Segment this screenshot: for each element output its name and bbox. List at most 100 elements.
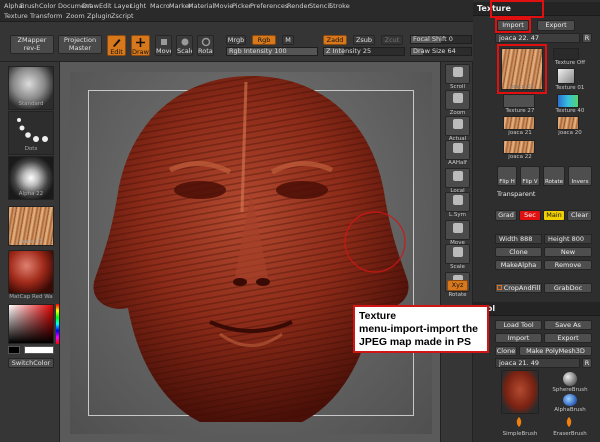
- tool-move-button[interactable]: [445, 220, 470, 240]
- width-slider[interactable]: Width 888: [495, 234, 542, 244]
- make-alpha-button[interactable]: MakeAlpha: [495, 260, 542, 270]
- transparent-label[interactable]: Transparent: [497, 190, 535, 198]
- rgb-button[interactable]: Rgb: [252, 35, 276, 45]
- zcut-button[interactable]: Zcut: [381, 35, 403, 45]
- tool-clone-button[interactable]: Clone: [495, 346, 517, 356]
- focal-shift-label: Focal Shift: [413, 35, 447, 43]
- move-mode-button[interactable]: Move: [155, 35, 172, 56]
- menu-item[interactable]: Color: [39, 2, 56, 10]
- menu-item[interactable]: Transform: [30, 12, 62, 20]
- menu-item[interactable]: Picker: [232, 2, 251, 10]
- xyz-symmetry-button[interactable]: Xyz: [447, 280, 468, 291]
- make-polymesh-button[interactable]: Make PolyMesh3D: [519, 346, 592, 356]
- tool-export-button[interactable]: Export: [544, 333, 592, 343]
- m-button[interactable]: M: [282, 35, 294, 45]
- tool-strip-label: L.Sym: [449, 212, 466, 218]
- color-picker[interactable]: [8, 304, 54, 344]
- sculpted-head-render: [93, 76, 409, 422]
- secondary-color-button[interactable]: Sec: [519, 210, 541, 221]
- rotate-texture-button[interactable]: Rotate: [543, 166, 565, 186]
- hue-strip[interactable]: [56, 304, 59, 344]
- eraser-brush-icon[interactable]: [563, 416, 575, 428]
- texture-clone-button[interactable]: Clone: [495, 247, 542, 257]
- save-as-button[interactable]: Save As: [544, 320, 592, 330]
- switch-color-button[interactable]: SwitchColor: [8, 358, 54, 368]
- texture-export-button[interactable]: Export: [537, 20, 575, 31]
- texture-01-thumb[interactable]: [557, 68, 575, 84]
- menu-item[interactable]: Edit: [99, 2, 112, 10]
- draw-mode-button[interactable]: Draw: [131, 35, 150, 56]
- menu-item[interactable]: Brush: [20, 2, 39, 10]
- projection-master-button[interactable]: Projection Master: [58, 35, 102, 54]
- joaca-22-thumb[interactable]: [503, 140, 535, 154]
- texture-r-button[interactable]: R: [582, 33, 592, 43]
- flip-v-button[interactable]: Flip V: [520, 166, 540, 186]
- tool-r-button[interactable]: R: [582, 358, 592, 368]
- alpha-brush-icon[interactable]: [563, 394, 577, 406]
- grad-button[interactable]: Grad: [495, 210, 517, 221]
- tool-main-thumb[interactable]: [501, 370, 539, 414]
- menu-item[interactable]: Zoom: [66, 12, 85, 20]
- texture-title-highlight: [490, 0, 544, 18]
- tool-local-button[interactable]: [445, 168, 470, 188]
- tool-current-slider[interactable]: joaca 21. 49: [495, 358, 580, 368]
- menu-item[interactable]: Preferences: [250, 2, 288, 10]
- tool-scroll-button[interactable]: [445, 64, 470, 84]
- menu-item[interactable]: Draw: [82, 2, 99, 10]
- flip-h-button[interactable]: Flip H: [497, 166, 517, 186]
- rgb-intensity-label: Rgb Intensity: [229, 47, 273, 55]
- zsub-button[interactable]: Zsub: [353, 35, 375, 45]
- mrgb-button[interactable]: Mrgb: [226, 35, 246, 45]
- texture-40-thumb[interactable]: [557, 94, 579, 108]
- magnifier-icon: [452, 93, 463, 103]
- tool-scale-button[interactable]: [445, 244, 470, 264]
- rotate-mode-button[interactable]: Rotate: [197, 35, 214, 56]
- joaca-20-thumb[interactable]: [557, 116, 579, 130]
- edit-mode-button[interactable]: Edit: [107, 35, 126, 56]
- load-tool-button[interactable]: Load Tool: [495, 320, 542, 330]
- clear-button[interactable]: Clear: [567, 210, 592, 221]
- tool-import-button[interactable]: Import: [495, 333, 542, 343]
- grab-doc-button[interactable]: GrabDoc: [544, 283, 592, 293]
- menu-item[interactable]: Render: [287, 2, 310, 10]
- secondary-color-swatch[interactable]: [8, 346, 20, 354]
- texture-off-thumb[interactable]: [553, 48, 579, 60]
- texture-27-label: Texture 27: [505, 108, 535, 114]
- simple-brush-icon[interactable]: [513, 416, 525, 428]
- menu-item[interactable]: Macro: [150, 2, 170, 10]
- material-thumb[interactable]: [8, 250, 54, 294]
- texture-new-button[interactable]: New: [544, 247, 592, 257]
- texture-remove-button[interactable]: Remove: [544, 260, 592, 270]
- tool-palette-title[interactable]: Tool: [473, 302, 600, 316]
- menu-item[interactable]: Material: [188, 2, 214, 10]
- height-slider[interactable]: Height 800: [544, 234, 592, 244]
- menu-item[interactable]: Zplugin: [87, 12, 112, 20]
- tool-actual-button[interactable]: [445, 116, 470, 136]
- zadd-button[interactable]: Zadd: [323, 35, 347, 45]
- invers-button[interactable]: Invers: [568, 166, 592, 186]
- scale-mode-button[interactable]: Scale: [176, 35, 193, 56]
- texture-current-slider[interactable]: joaca 22. 47: [495, 33, 580, 43]
- document-canvas[interactable]: [70, 72, 432, 434]
- draw-size-slider[interactable]: Draw Size 64: [410, 47, 472, 56]
- draw-icon: [136, 38, 145, 47]
- zmapper-button[interactable]: ZMapper rev-E: [10, 35, 54, 54]
- tool-aahalf-button[interactable]: [445, 140, 470, 160]
- menu-item[interactable]: Stroke: [329, 2, 350, 10]
- tool-lsym-button[interactable]: [445, 192, 470, 212]
- menu-item[interactable]: Stencil: [309, 2, 331, 10]
- main-color-swatch[interactable]: [24, 346, 54, 354]
- rgb-intensity-slider[interactable]: Rgb Intensity 100: [226, 47, 318, 56]
- texture-27-thumb[interactable]: [503, 94, 535, 108]
- sphere-brush-icon[interactable]: [563, 372, 577, 386]
- crop-and-fill-button[interactable]: CropAndFill: [495, 283, 542, 293]
- menu-item[interactable]: Zscript: [111, 12, 134, 20]
- focal-shift-slider[interactable]: Focal Shift 0: [410, 35, 472, 44]
- menu-item[interactable]: Texture: [4, 12, 28, 20]
- joaca-21-thumb[interactable]: [503, 116, 535, 130]
- z-intensity-slider[interactable]: Z Intensity 25: [323, 47, 405, 56]
- main-color-button[interactable]: Main: [543, 210, 565, 221]
- tool-zoom-button[interactable]: [445, 90, 470, 110]
- menu-item[interactable]: Light: [130, 2, 146, 10]
- menu-item[interactable]: Movie: [214, 2, 233, 10]
